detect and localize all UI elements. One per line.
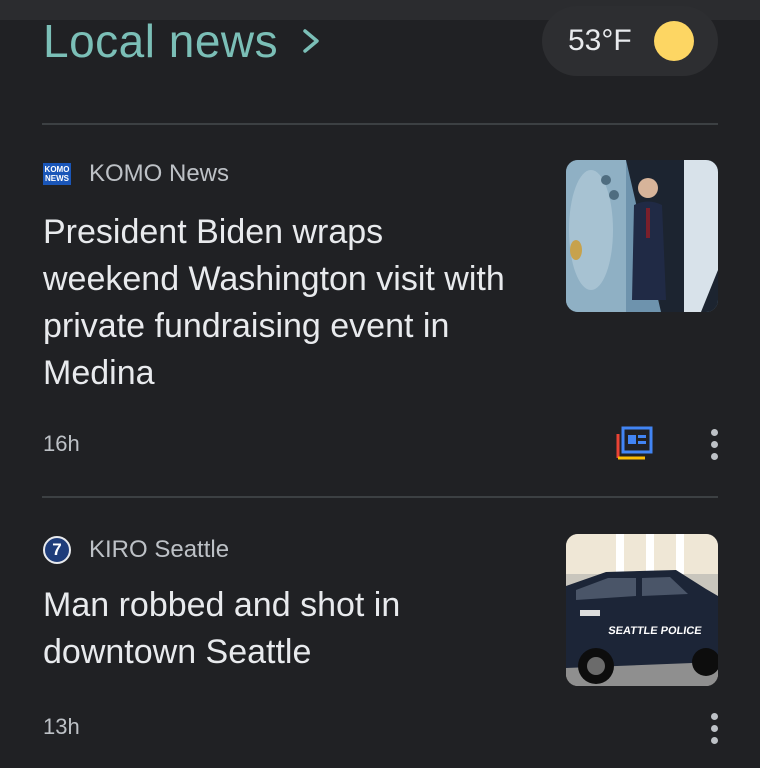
divider bbox=[42, 496, 718, 498]
full-coverage-icon[interactable] bbox=[615, 426, 655, 462]
section-title: Local news bbox=[43, 15, 279, 67]
chevron-right-icon bbox=[303, 29, 319, 53]
weather-chip[interactable]: 53°F bbox=[542, 6, 718, 76]
vehicle-text: SEATTLE POLICE bbox=[608, 625, 703, 637]
local-news-header[interactable]: Local news bbox=[43, 14, 322, 68]
temperature: 53°F bbox=[568, 24, 632, 57]
source-row[interactable]: KOMO NEWS KOMO News bbox=[43, 160, 229, 188]
source-name: KIRO Seattle bbox=[89, 536, 230, 563]
source-name: KOMO News bbox=[89, 160, 230, 187]
timestamp: 13h bbox=[43, 714, 80, 739]
article-thumbnail[interactable] bbox=[566, 160, 718, 312]
article-thumbnail[interactable]: SEATTLE POLICE bbox=[566, 534, 718, 686]
headline[interactable]: Man robbed and shot in downtown Seattle bbox=[43, 582, 513, 676]
komo-news-logo: KOMO NEWS bbox=[43, 163, 71, 185]
headline[interactable]: President Biden wraps weekend Washington… bbox=[43, 209, 513, 397]
sun-icon bbox=[653, 21, 694, 61]
divider bbox=[42, 123, 718, 125]
kiro-seattle-logo: 7 bbox=[43, 536, 71, 564]
source-row[interactable]: 7 KIRO Seattle bbox=[43, 536, 229, 564]
timestamp: 16h bbox=[43, 431, 80, 456]
more-options-icon[interactable] bbox=[700, 424, 728, 464]
more-options-icon[interactable] bbox=[700, 708, 728, 748]
